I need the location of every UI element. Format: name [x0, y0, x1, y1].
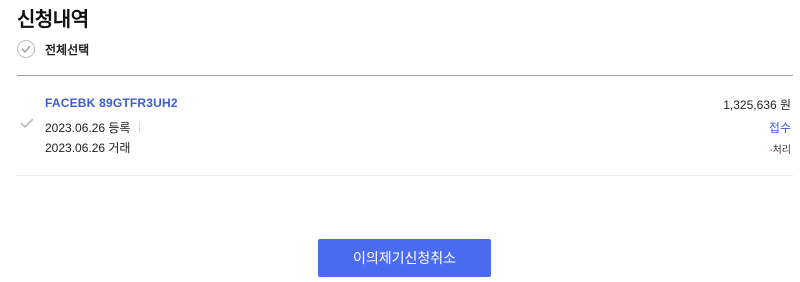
- select-all-checkbox[interactable]: 전체선택: [17, 38, 89, 60]
- item-registered-date: 2023.06.26 등록: [45, 121, 131, 135]
- select-all-label: 전체선택: [45, 42, 90, 57]
- item-status: 접수: [768, 121, 791, 135]
- item-sub-status: -처리: [769, 141, 791, 156]
- list-bottom-divider: [17, 175, 793, 176]
- item-code-link[interactable]: FACEBK 89GTFR3UH2: [45, 96, 178, 110]
- page-title: 신청내역: [17, 9, 89, 31]
- item-traded-date: 2023.06.26 거래: [45, 141, 131, 155]
- circle-check-icon[interactable]: [17, 40, 35, 58]
- item-registered-row: 2023.06.26 등록: [45, 119, 141, 136]
- item-amount: 1,325,636 원: [723, 98, 791, 112]
- item-sub-status-text: 처리: [772, 145, 791, 156]
- list-item: FACEBK 89GTFR3UH2 2023.06.26 등록 2023.06.…: [17, 76, 793, 176]
- cancel-objection-button[interactable]: 이의제기신청취소: [318, 239, 491, 277]
- item-check-icon[interactable]: [19, 115, 35, 131]
- item-separator: [139, 122, 141, 133]
- checkmark-icon: [21, 45, 31, 53]
